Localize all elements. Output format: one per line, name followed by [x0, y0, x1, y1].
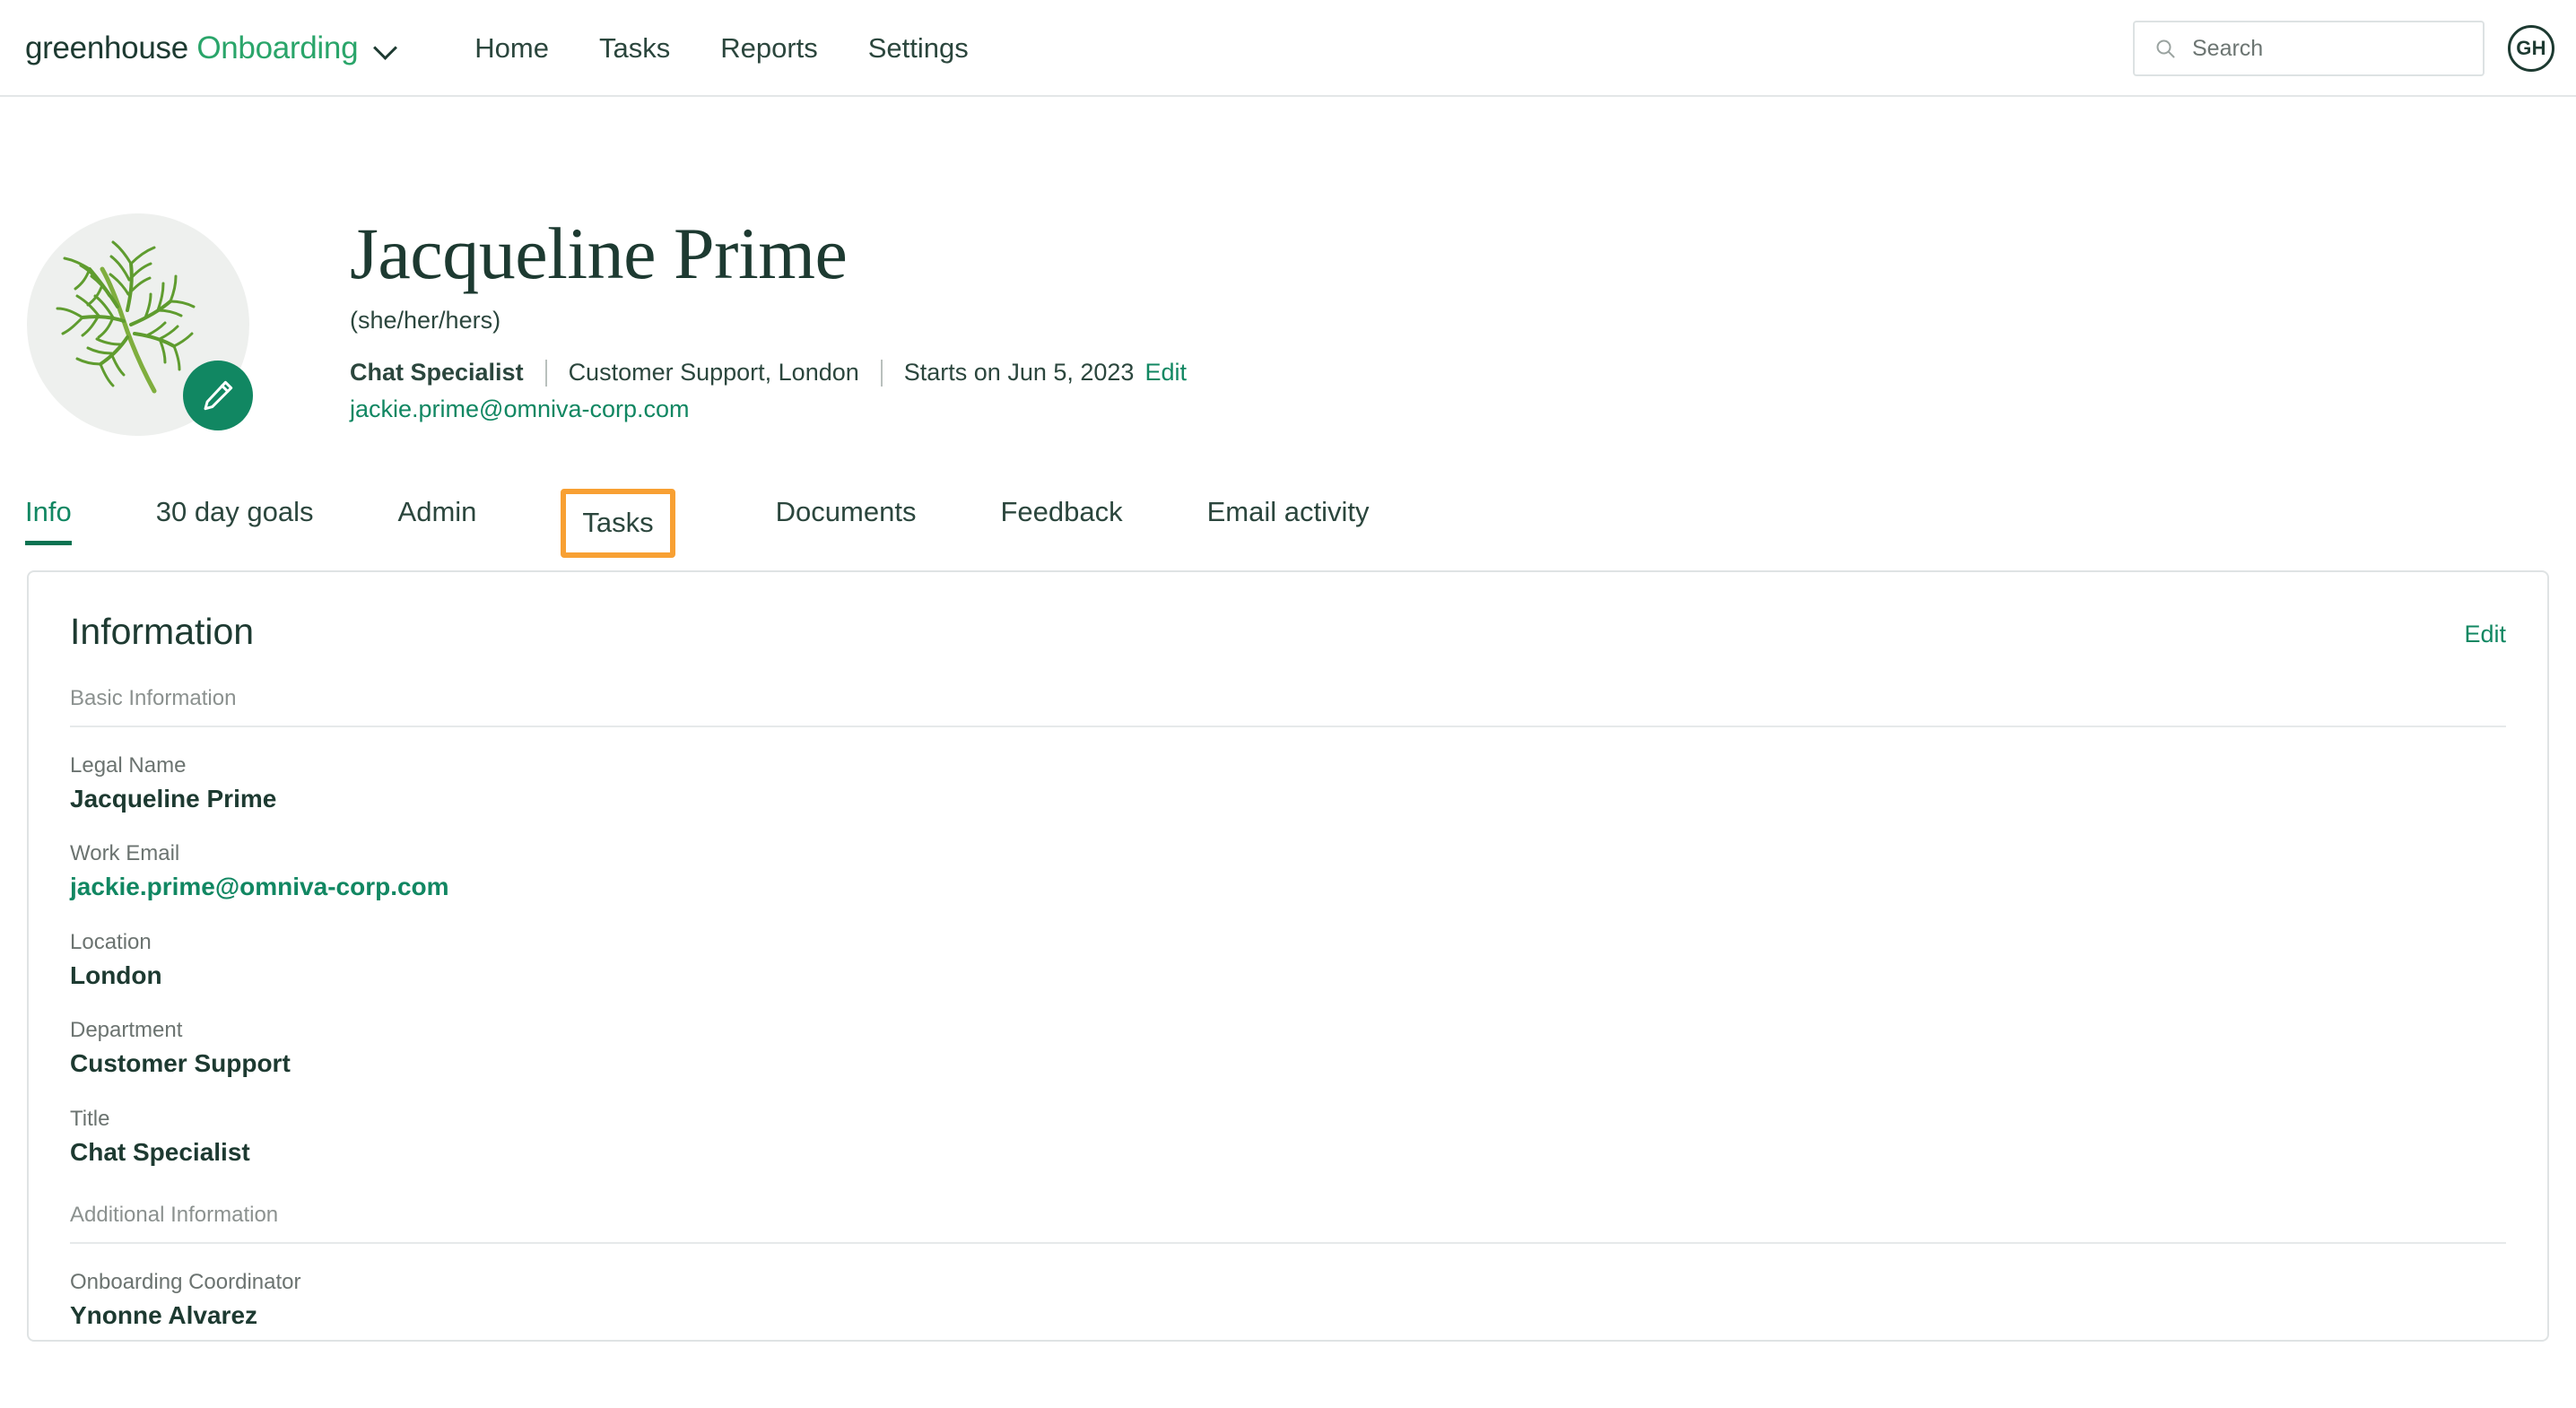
account-avatar[interactable]: GH	[2508, 25, 2554, 72]
tab-tasks[interactable]: Tasks	[561, 489, 675, 558]
profile-tab-bar: Info 30 day goals Admin Tasks Documents …	[0, 470, 2576, 558]
brand-text: greenhouse Onboarding	[25, 30, 359, 65]
meta-separator	[880, 359, 883, 387]
search-input[interactable]	[2192, 35, 2461, 62]
field-value: Ynonne Alvarez	[70, 1300, 258, 1329]
field-label: Legal Name	[70, 753, 187, 778]
field-value: Jacqueline Prime	[70, 785, 277, 813]
section-label-basic-information: Basic Information	[70, 686, 2506, 727]
profile-meta-line: Chat Specialist Customer Support, London…	[350, 359, 1187, 387]
tab-email-activity[interactable]: Email activity	[1207, 498, 1370, 545]
field-department: Department Customer Support	[70, 1017, 2506, 1080]
profile-department-location: Customer Support, London	[568, 359, 859, 386]
profile-header: Jacqueline Prime (she/her/hers) Chat Spe…	[0, 97, 2576, 436]
profile-text-block: Jacqueline Prime (she/her/hers) Chat Spe…	[350, 213, 1187, 423]
field-value[interactable]: jackie.prime@omniva-corp.com	[70, 871, 2506, 903]
tab-feedback[interactable]: Feedback	[1000, 498, 1122, 545]
nav-item-home[interactable]: Home	[449, 34, 574, 62]
section-label-additional-information: Additional Information	[70, 1203, 2506, 1244]
nav-items: Home Tasks Reports Settings	[449, 34, 994, 62]
tab-admin[interactable]: Admin	[398, 498, 477, 545]
information-card-header: Information Edit	[70, 613, 2506, 650]
edit-profile-meta-link[interactable]: Edit	[1144, 359, 1187, 387]
brand-greenhouse-text: greenhouse	[25, 30, 188, 65]
nav-item-settings[interactable]: Settings	[843, 34, 994, 62]
field-label: Title	[70, 1106, 110, 1131]
chevron-down-icon[interactable]	[374, 36, 397, 59]
field-work-email: Work Email jackie.prime@omniva-corp.com	[70, 840, 2506, 903]
avatar	[27, 213, 253, 436]
brand-onboarding-text: Onboarding	[196, 30, 359, 65]
field-label: Work Email	[70, 841, 180, 866]
search-icon	[2156, 39, 2175, 58]
field-value: London	[70, 960, 162, 989]
tab-documents[interactable]: Documents	[776, 498, 917, 545]
profile-job-title: Chat Specialist	[350, 359, 524, 386]
field-value: Chat Specialist	[70, 1137, 250, 1166]
brand-logo[interactable]: greenhouse Onboarding	[25, 32, 397, 64]
field-legal-name: Legal Name Jacqueline Prime	[70, 752, 2506, 815]
nav-item-reports[interactable]: Reports	[695, 34, 843, 62]
tab-30-day-goals[interactable]: 30 day goals	[156, 498, 314, 545]
pencil-icon	[204, 380, 233, 411]
nav-right-group: GH	[2133, 0, 2554, 97]
field-label: Location	[70, 929, 152, 954]
profile-start-date: Starts on Jun 5, 2023	[903, 359, 1135, 386]
field-title: Title Chat Specialist	[70, 1106, 2506, 1169]
information-title: Information	[70, 611, 255, 652]
search-box[interactable]	[2133, 21, 2485, 76]
nav-item-tasks[interactable]: Tasks	[574, 34, 695, 62]
field-location: Location London	[70, 929, 2506, 992]
field-onboarding-coordinator: Onboarding Coordinator Ynonne Alvarez	[70, 1269, 2506, 1332]
page-title: Jacqueline Prime	[350, 213, 848, 294]
meta-separator	[544, 359, 547, 387]
edit-information-link[interactable]: Edit	[2464, 613, 2506, 647]
profile-email-link[interactable]: jackie.prime@omniva-corp.com	[350, 395, 1187, 423]
field-label: Department	[70, 1018, 183, 1043]
field-label: Onboarding Coordinator	[70, 1269, 301, 1294]
edit-avatar-button[interactable]	[183, 361, 253, 430]
pronouns: (she/her/hers)	[350, 307, 501, 334]
top-navigation-bar: greenhouse Onboarding Home Tasks Reports…	[0, 0, 2576, 97]
tab-info[interactable]: Info	[25, 498, 72, 545]
information-card: Information Edit Basic Information Legal…	[27, 570, 2549, 1342]
field-value: Customer Support	[70, 1049, 291, 1078]
